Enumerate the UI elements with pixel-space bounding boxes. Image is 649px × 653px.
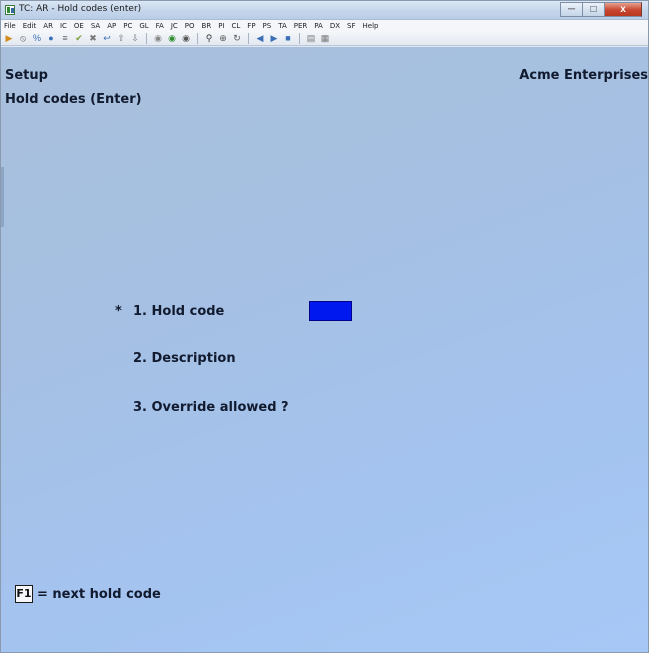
menu-oe[interactable]: OE [74, 21, 84, 31]
required-marker: * [115, 304, 122, 319]
equals-icon[interactable]: ≡ [60, 33, 70, 43]
menu-jc[interactable]: JC [171, 21, 178, 31]
arrow-up-icon[interactable]: ⇧ [116, 33, 126, 43]
play-icon[interactable]: ▶ [4, 33, 14, 43]
circle-icon[interactable]: ◉ [153, 33, 163, 43]
menu-ta[interactable]: TA [278, 21, 287, 31]
hold-code-input[interactable] [309, 301, 352, 321]
company-name: Acme Enterprises [519, 68, 648, 83]
menu-dx[interactable]: DX [330, 21, 340, 31]
screen-mode: Setup [5, 68, 48, 83]
prev-icon[interactable]: ◀ [255, 33, 265, 43]
percent-icon[interactable]: % [32, 33, 42, 43]
menu-pa[interactable]: PA [314, 21, 323, 31]
calculator-icon[interactable]: ▦ [320, 33, 330, 43]
refresh-icon[interactable]: ↻ [232, 33, 242, 43]
f1-key-hint: = next hold code [37, 587, 161, 602]
menu-cl[interactable]: CL [232, 21, 241, 31]
menu-file[interactable]: File [4, 21, 16, 31]
toolbar: ▶ ⦸% ● ≡ ✔ ✖ ↩ ⇧ ⇩ ◉ ◉ ◉ ⚲ ⊕ ↻ ◀ ▶ ■ ▤ ▦ [1, 31, 648, 46]
menu-sa[interactable]: SA [91, 21, 100, 31]
menu-ap[interactable]: AP [107, 21, 116, 31]
maximize-button[interactable]: □ [582, 2, 604, 17]
menu-ps[interactable]: PS [263, 21, 272, 31]
arrow-down-icon[interactable]: ⇩ [130, 33, 140, 43]
field-label-override-allowed: 3. Override allowed ? [133, 400, 289, 415]
toolbar-separator [197, 32, 198, 44]
app-icon [5, 5, 15, 15]
app-window: TC: AR - Hold codes (enter) ─ □ x File Ed… [0, 0, 649, 653]
scroll-indicator[interactable] [1, 167, 4, 227]
menu-sf[interactable]: SF [347, 21, 355, 31]
menu-fp[interactable]: FP [247, 21, 255, 31]
check-icon[interactable]: ✔ [74, 33, 84, 43]
menu-per[interactable]: PER [294, 21, 308, 31]
close-icon: x [620, 4, 626, 15]
stop-icon[interactable]: ⦸ [18, 33, 28, 43]
close-button[interactable]: x [604, 2, 642, 17]
field-label-description: 2. Description [133, 351, 236, 366]
menu-gl[interactable]: GL [139, 21, 148, 31]
field-label-hold-code: 1. Hold code [133, 304, 225, 319]
menu-help[interactable]: Help [363, 21, 379, 31]
menu-pi[interactable]: PI [218, 21, 224, 31]
f1-key-button[interactable]: F1 [15, 585, 33, 603]
cancel-x-icon[interactable]: ✖ [88, 33, 98, 43]
menu-ic[interactable]: IC [60, 21, 67, 31]
menu-po[interactable]: PO [185, 21, 195, 31]
circle-dark-icon[interactable]: ◉ [181, 33, 191, 43]
record-icon[interactable]: ● [46, 33, 56, 43]
menu-br[interactable]: BR [202, 21, 212, 31]
menu-bar: File Edit AR IC OE SA AP PC GL FA JC PO BR PI CL FP PS TA… [1, 20, 648, 31]
zoom-icon[interactable]: ⊕ [218, 33, 228, 43]
menu-ar[interactable]: AR [43, 21, 53, 31]
maximize-icon: □ [590, 4, 597, 15]
binoculars-icon[interactable]: ⚲ [204, 33, 214, 43]
undo-icon[interactable]: ↩ [102, 33, 112, 43]
next-icon[interactable]: ▶ [269, 33, 279, 43]
menu-edit[interactable]: Edit [23, 21, 37, 31]
toolbar-separator [248, 32, 249, 44]
title-bar[interactable]: TC: AR - Hold codes (enter) ─ □ x [1, 1, 648, 20]
terminal-screen: Setup Acme Enterprises Hold codes (Enter… [1, 47, 648, 652]
window-title: TC: AR - Hold codes (enter) [19, 4, 142, 14]
minimize-icon: ─ [567, 4, 576, 15]
stop-record-icon[interactable]: ■ [283, 33, 293, 43]
print-icon[interactable]: ▤ [306, 33, 316, 43]
toolbar-separator [299, 32, 300, 44]
circle-green-icon[interactable]: ◉ [167, 33, 177, 43]
minimize-button[interactable]: ─ [560, 2, 582, 17]
window-controls: ─ □ x [560, 2, 642, 17]
menu-pc[interactable]: PC [123, 21, 132, 31]
toolbar-separator [146, 32, 147, 44]
menu-fa[interactable]: FA [156, 21, 164, 31]
screen-title: Hold codes (Enter) [5, 92, 142, 107]
